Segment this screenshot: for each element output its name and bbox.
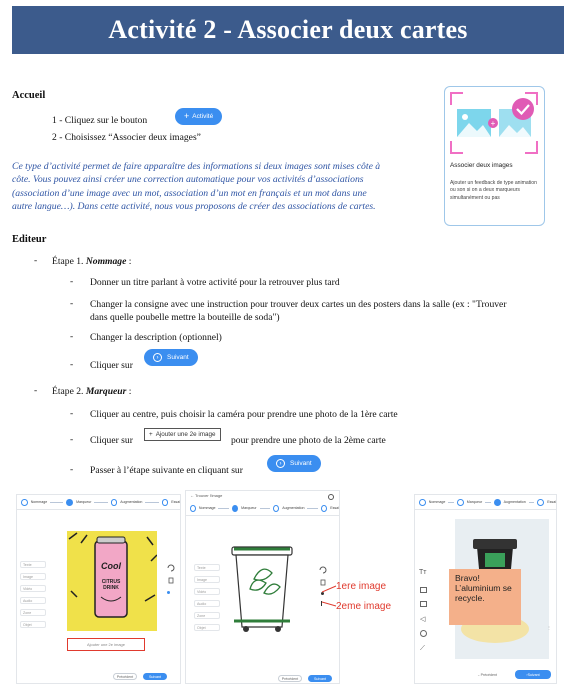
plus-icon: + [184, 111, 190, 121]
card-description: Ajouter un feedback de type animation ou… [450, 180, 537, 201]
screenshot-marqueur-2: ← Trouver l'image Nommage Marqueur Augme… [185, 490, 340, 684]
video-tool-icon[interactable] [420, 601, 427, 607]
sidebar-item[interactable]: Audio [194, 600, 220, 607]
trash-icon[interactable] [166, 575, 176, 585]
sidebar-item[interactable]: Texte [20, 561, 46, 568]
intro-line: Ce type d’activité permet de faire appar… [12, 161, 381, 172]
marker-image: Cool CITRUS DRINK [67, 531, 158, 631]
screenshot-essai: Nommage Marqueur Augmentation Essai Brav… [414, 494, 557, 684]
etape2-item: Cliquer sur [90, 435, 133, 446]
etape2-item: Passer à l’étape suivante en cliquant su… [90, 465, 243, 476]
sidebar-item[interactable]: Zone [194, 612, 220, 619]
intro-line: autre langue…). Dans cette activité, nou… [12, 201, 376, 213]
sidebar-item[interactable]: Objet [20, 621, 46, 628]
svg-text:Cool: Cool [101, 561, 121, 571]
sidebar-item[interactable]: Zone [20, 609, 46, 616]
bullet: - [34, 255, 38, 266]
svg-text:DRINK: DRINK [103, 585, 119, 591]
cliquer-sur-text: Cliquer sur [90, 360, 133, 371]
trash-bin-illustration [231, 546, 293, 632]
annotation-second-image: 2eme image [336, 601, 392, 612]
stepper: Nommage Marqueur Augmentation Essai [17, 495, 180, 509]
etape2-item: Cliquer au centre, puis choisir la camér… [90, 409, 398, 420]
arrow-right-icon: › [153, 353, 162, 362]
back-link[interactable]: ← Trouver l'image [190, 493, 222, 498]
associate-images-illustration: + [450, 92, 538, 154]
screenshot-marqueur-1: Nommage Marqueur Augmentation Essai Text… [16, 494, 181, 684]
sidebar-item[interactable]: Vidéo [194, 588, 220, 595]
svg-text:+: + [491, 119, 496, 128]
bullet: - [70, 331, 74, 342]
soda-can-illustration: Cool CITRUS DRINK [68, 532, 158, 618]
precedent-button[interactable]: Précédent [278, 675, 302, 682]
sidebar-item[interactable]: Audio [20, 597, 46, 604]
rotate-icon[interactable] [318, 565, 328, 575]
etape1-item: Changer la description (optionnel) [90, 332, 222, 343]
annotation-first-image: 1ere image [336, 581, 387, 592]
stepper: Nommage Marqueur Augmentation Essai [186, 501, 339, 515]
bullet: - [70, 408, 74, 419]
etape1-item: Donner un titre parlant à votre activité… [90, 277, 340, 288]
marker-dot [167, 591, 170, 594]
audio-tool-icon[interactable]: ◁ [420, 615, 425, 623]
sidebar-item[interactable]: Image [194, 576, 220, 583]
bullet: - [70, 276, 74, 287]
zone-tool-icon[interactable] [420, 630, 427, 637]
plus-icon: + [149, 431, 153, 438]
editeur-heading: Editeur [12, 234, 47, 245]
ajouter-image-highlight[interactable]: Ajouter une 2e image [67, 638, 145, 651]
suivant-button[interactable]: Suivant [308, 675, 332, 682]
intro-paragraph: Ce type d’activité permet de faire appar… [12, 160, 434, 214]
sidebar-item[interactable]: Objet [194, 624, 220, 631]
suivant-button[interactable]: Suivant [143, 673, 167, 680]
settings-icon[interactable] [327, 493, 335, 501]
etape1-label: Étape 1. Nommage : [52, 256, 132, 267]
accueil-step1: 1 - Cliquez sur le bouton [52, 115, 148, 126]
stepper: Nommage Marqueur Augmentation Essai [415, 495, 556, 509]
object-tool-icon[interactable]: ⟋ [420, 645, 425, 653]
bullet: - [70, 298, 74, 309]
bullet: - [34, 385, 38, 396]
image-tool-icon[interactable] [420, 587, 427, 593]
sidebar-item[interactable]: Image [20, 573, 46, 580]
arrow-right-icon: › [276, 459, 285, 468]
precedent-button[interactable]: Précédent [113, 673, 137, 680]
associer-images-card[interactable]: + Associer deux images Ajouter un feedba… [444, 86, 545, 226]
intro-line: côte. Vous pouvez ainsi créer une correc… [12, 174, 364, 186]
accueil-step2: 2 - Choisissez “Associer deux images” [52, 132, 201, 143]
feedback-bubble: Bravo! L’aluminium se recycle. [449, 569, 521, 625]
text-tool-icon[interactable]: Tт [419, 569, 426, 576]
page-title: Activité 2 - Associer deux cartes [108, 15, 468, 44]
suivant-button[interactable]: › Suivant [267, 455, 321, 472]
sidebar-item[interactable]: Texte [194, 564, 220, 571]
intro-line: (association d’une image avec un mot, as… [12, 187, 367, 199]
activite-button[interactable]: + Activité [175, 108, 223, 125]
rotate-icon[interactable] [166, 563, 176, 573]
card-title: Associer deux images [450, 162, 513, 169]
suivant-button[interactable]: › Suivant [515, 670, 551, 679]
accueil-heading: Accueil [12, 90, 46, 101]
etape2-label: Étape 2. Marqueur : [52, 386, 132, 397]
suivant-button[interactable]: › Suivant [144, 349, 198, 366]
title-banner: Activité 2 - Associer deux cartes [12, 6, 564, 54]
sidebar-item[interactable]: Vidéo [20, 585, 46, 592]
side-handle[interactable]: ⋮ [547, 625, 551, 630]
precedent-button[interactable]: ← Précédent [469, 670, 505, 679]
bullet: - [70, 434, 74, 445]
ajouter-image-button[interactable]: + Ajouter une 2e image [144, 428, 221, 441]
bullet: - [70, 359, 74, 370]
etape2-item-suffix: pour prendre une photo de la 2ème carte [231, 435, 386, 446]
etape1-item: Changer la consigne avec une instruction… [90, 299, 507, 323]
bullet: - [70, 464, 74, 475]
